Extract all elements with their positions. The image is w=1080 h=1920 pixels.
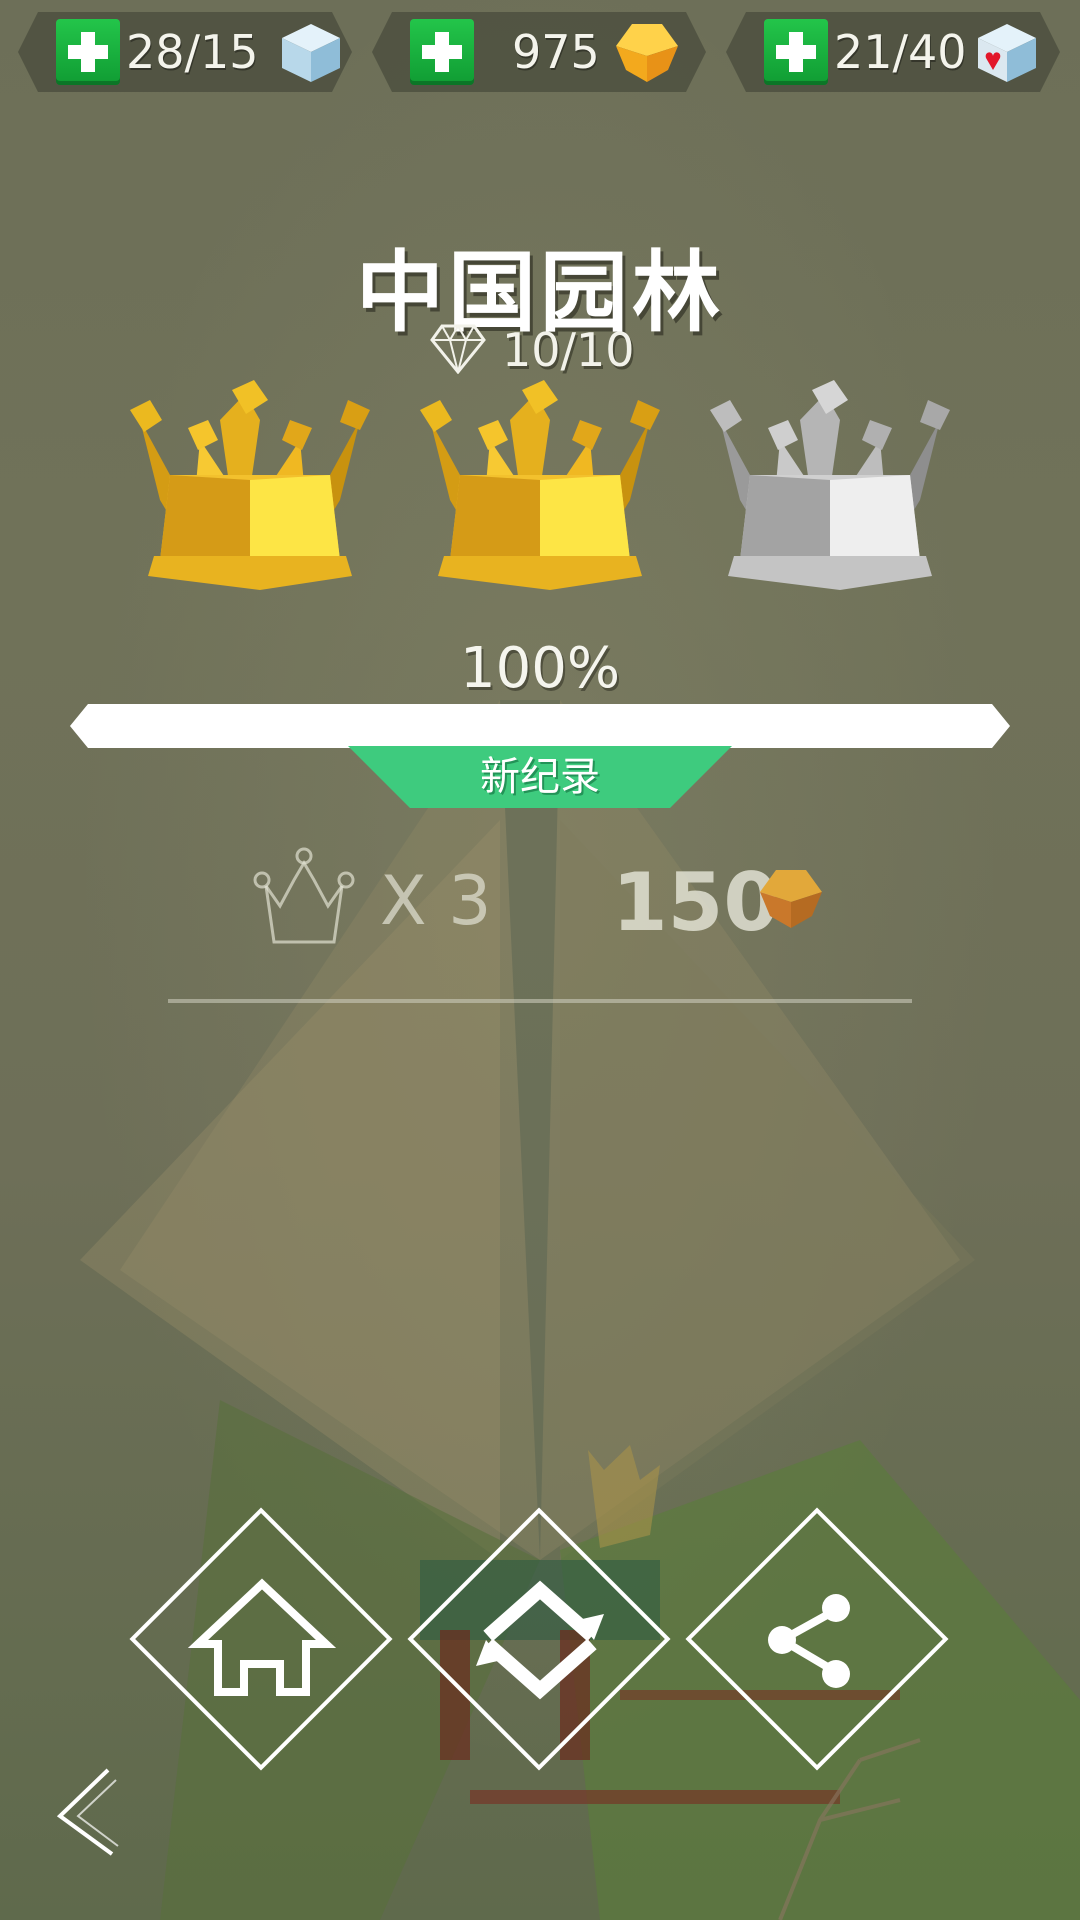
share-icon: [768, 1594, 850, 1688]
cube-counter: 28/15: [18, 12, 352, 92]
new-record-label: 新纪录: [480, 754, 600, 800]
crown-multiplier: X 3: [380, 862, 492, 941]
home-icon: [187, 1578, 337, 1696]
back-arrow-icon[interactable]: [52, 1766, 122, 1856]
diamond-progress: 10/10: [430, 322, 635, 378]
lives-count: 21/40: [834, 25, 967, 79]
diamond-icon: [430, 323, 486, 375]
progress-percent: 100%: [459, 636, 621, 701]
add-lives-button[interactable]: [764, 19, 828, 85]
add-cubes-button[interactable]: [56, 19, 120, 85]
crown-outline-icon: [253, 847, 355, 944]
crown-2-body: [420, 380, 660, 590]
crown-3-icon: [710, 380, 950, 590]
crown-3-body: [710, 380, 950, 590]
cube-count: 28/15: [126, 25, 259, 79]
add-gems-button[interactable]: [410, 19, 474, 85]
replay-button[interactable]: [407, 1507, 672, 1772]
gem-counter: 975: [372, 12, 706, 92]
crown-1-icon: [130, 380, 370, 590]
gold-gem-icon: [760, 870, 822, 928]
home-button[interactable]: [129, 1507, 394, 1772]
diamond-count: 10/10: [502, 323, 635, 377]
divider: [168, 999, 912, 1003]
gem-reward: 150: [612, 856, 779, 949]
heart-cube-icon: [978, 24, 1036, 82]
crown-2-icon: [420, 380, 660, 590]
progress-bar: [70, 704, 1010, 748]
share-button[interactable]: [685, 1507, 950, 1772]
gold-gem-icon: [616, 24, 678, 82]
gem-count: 975: [512, 25, 600, 79]
level-complete-screen: 28/15 975 21/40 中国园林 10/10 100% 新纪录 X 3 …: [0, 0, 1080, 1920]
replay-icon: [476, 1580, 604, 1700]
crown-1-body: [130, 380, 370, 590]
lives-counter: 21/40: [726, 12, 1060, 92]
ice-cube-icon: [282, 24, 340, 82]
progress-fill: [70, 704, 1010, 748]
